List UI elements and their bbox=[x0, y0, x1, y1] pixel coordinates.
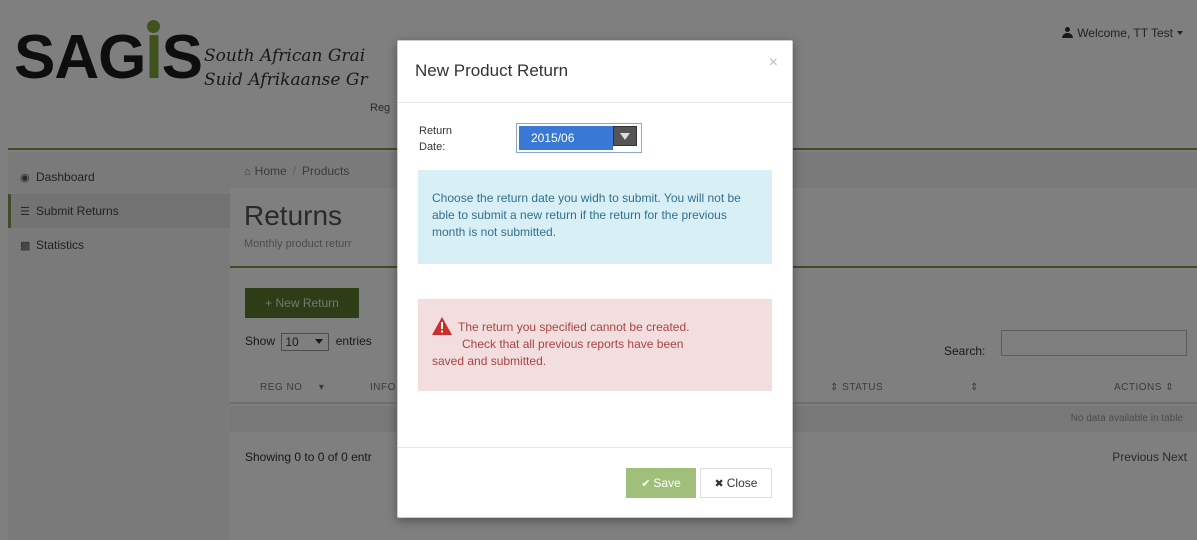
close-icon[interactable]: × bbox=[769, 55, 778, 71]
close-label: Close bbox=[726, 476, 758, 490]
close-button[interactable]: ✖ Close bbox=[700, 468, 772, 498]
error-line-1-text: The return you specified cannot be creat… bbox=[458, 320, 690, 334]
info-alert: Choose the return date you widh to submi… bbox=[418, 170, 772, 264]
x-icon: ✖ bbox=[714, 478, 724, 490]
check-icon: ✔ bbox=[641, 478, 651, 490]
modal-title: New Product Return bbox=[415, 61, 569, 80]
return-date-label-line-2: Date: bbox=[419, 141, 446, 153]
return-date-value: 2015/06 bbox=[519, 126, 613, 150]
save-button[interactable]: ✔ Save bbox=[626, 468, 696, 498]
error-line-3: saved and submitted. bbox=[432, 354, 547, 368]
error-line-2: Check that all previous reports have bee… bbox=[462, 337, 684, 351]
error-alert: The return you specified cannot be creat… bbox=[418, 299, 772, 391]
modal-header: New Product Return × bbox=[398, 41, 792, 103]
modal-footer: ✔ Save ✖ Close bbox=[398, 447, 792, 517]
return-date-label: Return Date: bbox=[419, 123, 489, 155]
new-product-return-modal: New Product Return × Return Date: 2015/0… bbox=[397, 40, 793, 518]
warning-icon bbox=[432, 317, 452, 335]
return-date-select[interactable]: 2015/06 bbox=[516, 123, 642, 153]
chevron-down-icon[interactable] bbox=[613, 126, 637, 146]
error-line-1: The return you specified cannot be creat… bbox=[432, 317, 758, 336]
return-date-label-line-1: Return bbox=[419, 125, 453, 137]
save-label: Save bbox=[653, 476, 681, 490]
